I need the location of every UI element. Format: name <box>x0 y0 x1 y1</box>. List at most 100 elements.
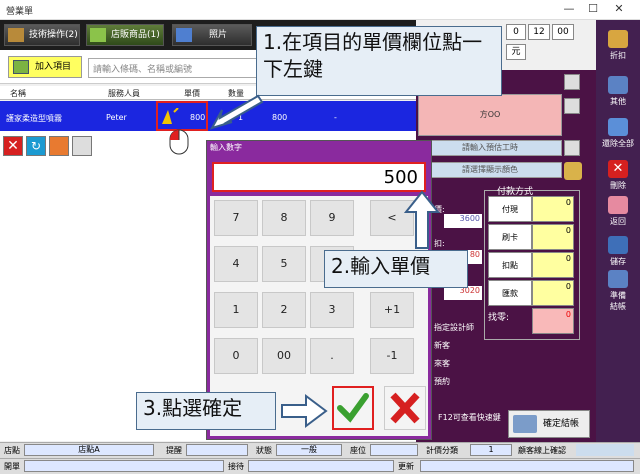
key-9[interactable]: 9 <box>310 200 354 236</box>
confirm-checkout-label: 確定結帳 <box>543 419 580 429</box>
side-small-button-2[interactable] <box>564 98 580 114</box>
add-item-button[interactable]: 加入項目 <box>8 56 82 78</box>
cancel-button[interactable] <box>384 386 426 430</box>
key-3[interactable]: 3 <box>310 292 354 328</box>
key-dot[interactable]: . <box>310 338 354 374</box>
key-7[interactable]: 7 <box>214 200 258 236</box>
other-button-label: 其他 <box>610 97 626 106</box>
estimate-time-button[interactable]: 請輸入預估工時 <box>418 140 562 156</box>
photo-icon <box>176 28 192 42</box>
tab-photos-label: 照片 <box>209 30 228 40</box>
dialog-title: 輸入數字 <box>210 143 242 152</box>
delete-row-icon[interactable]: ✕ <box>3 136 23 156</box>
minimize-icon[interactable]: — <box>560 2 578 16</box>
save-icon <box>608 236 628 254</box>
gift-icon[interactable] <box>49 136 69 156</box>
pay-transfer-label[interactable]: 匯款 <box>488 280 532 306</box>
confirm-checkout-button[interactable]: 確定結帳 <box>508 410 590 438</box>
price-cell-highlight <box>156 101 208 131</box>
side-small-button-3[interactable] <box>564 140 580 156</box>
update-label: 更新 <box>398 462 414 471</box>
select-color-button[interactable]: 請選擇顯示顏色 <box>418 162 562 178</box>
pay-points-label[interactable]: 扣點 <box>488 252 532 278</box>
callout-step-2: 2.輸入單價 <box>324 250 468 288</box>
receive-value[interactable] <box>248 460 394 472</box>
change-label: 找零: <box>488 313 510 323</box>
add-item-label: 加入項目 <box>35 62 72 72</box>
callout-step-3: 3.點選確定 <box>136 392 276 430</box>
reserve-label[interactable]: 預約 <box>434 376 450 387</box>
broom-icon[interactable] <box>564 162 582 180</box>
key-00[interactable]: 00 <box>262 338 306 374</box>
right-box-1[interactable]: 0 <box>506 24 526 40</box>
customer-name[interactable]: 方OO <box>418 94 562 136</box>
key-plus-one[interactable]: +1 <box>370 292 414 328</box>
tools-icon <box>8 28 24 42</box>
save-button[interactable]: 儲存 <box>600 236 636 267</box>
new-customer-label[interactable]: 新客 <box>434 340 450 351</box>
open-value[interactable] <box>24 460 224 472</box>
number-display[interactable]: 500 <box>212 162 426 192</box>
ok-button[interactable] <box>332 386 374 430</box>
key-4[interactable]: 4 <box>214 246 258 282</box>
designer-label[interactable]: 指定設計師 <box>434 322 474 333</box>
clear-all-button[interactable]: 還除全部 <box>600 118 636 149</box>
key-minus-one[interactable]: -1 <box>370 338 414 374</box>
pay-cash-label[interactable]: 付現 <box>488 196 532 222</box>
delete-button[interactable]: ✕ 刪除 <box>600 160 636 191</box>
pay-card-value[interactable]: 0 <box>532 224 574 250</box>
cart-icon <box>513 415 537 433</box>
seat-label: 座位 <box>350 446 366 455</box>
tab-products-label: 店販商品(1) <box>111 30 160 40</box>
timer-value[interactable]: 1 <box>470 444 512 456</box>
other-button[interactable]: 其他 <box>600 76 636 107</box>
pay-points-value[interactable]: 0 <box>532 252 574 278</box>
maximize-icon[interactable]: ☐ <box>584 2 602 16</box>
right-box-2[interactable]: 12 <box>528 24 550 40</box>
key-8[interactable]: 8 <box>262 200 306 236</box>
save-button-label: 儲存 <box>610 257 626 266</box>
remind-label: 提醒 <box>166 446 182 455</box>
delete-button-label: 刪除 <box>610 181 626 190</box>
list-icon[interactable] <box>72 136 92 156</box>
tab-products[interactable]: 店販商品(1) <box>86 24 164 46</box>
online-confirm-value[interactable] <box>576 444 634 456</box>
tab-technical[interactable]: 技術操作(2) <box>4 24 80 46</box>
key-2[interactable]: 2 <box>262 292 306 328</box>
update-value[interactable] <box>420 460 634 472</box>
arrow-right-icon <box>281 394 328 428</box>
col-name-header: 名稱 <box>10 89 26 98</box>
timer-label: 計價分類 <box>426 446 458 455</box>
refresh-icon[interactable]: ↻ <box>26 136 46 156</box>
seat-value[interactable] <box>370 444 418 456</box>
tab-photos[interactable]: 照片 <box>172 24 252 46</box>
prepare-checkout-button[interactable]: 準備 結帳 <box>600 270 636 312</box>
close-icon[interactable]: ✕ <box>610 2 628 16</box>
old-customer-label[interactable]: 來客 <box>434 358 450 369</box>
cancel-x-icon <box>390 392 420 424</box>
table-row[interactable] <box>0 101 416 131</box>
discount-icon <box>608 30 628 48</box>
discount-button[interactable]: 折扣 <box>600 30 636 61</box>
arrow-up-icon <box>404 190 440 249</box>
pay-cash-value[interactable]: 0 <box>532 196 574 222</box>
back-button[interactable]: 返回 <box>600 196 636 227</box>
remind-value[interactable] <box>186 444 248 456</box>
window-title: 營業單 <box>6 7 34 17</box>
key-0[interactable]: 0 <box>214 338 258 374</box>
clear-all-label: 還除全部 <box>602 139 634 148</box>
pay-transfer-value[interactable]: 0 <box>532 280 574 306</box>
change-value: 0 <box>532 308 574 334</box>
callout-step-1: 1.在項目的單價欄位點一下左鍵 <box>256 26 502 96</box>
key-1[interactable]: 1 <box>214 292 258 328</box>
pay-card-label[interactable]: 刷卡 <box>488 224 532 250</box>
search-input[interactable]: 請輸入條碼、名稱或編號 <box>88 58 258 78</box>
back-icon <box>608 196 628 214</box>
open-label: 開單 <box>4 462 20 471</box>
add-item-icon <box>13 60 29 74</box>
side-small-button-1[interactable] <box>564 74 580 90</box>
status-value[interactable]: 一般 <box>276 444 342 456</box>
key-5[interactable]: 5 <box>262 246 306 282</box>
right-box-3[interactable]: 00 <box>552 24 574 40</box>
store-value[interactable]: 店點A <box>24 444 154 456</box>
